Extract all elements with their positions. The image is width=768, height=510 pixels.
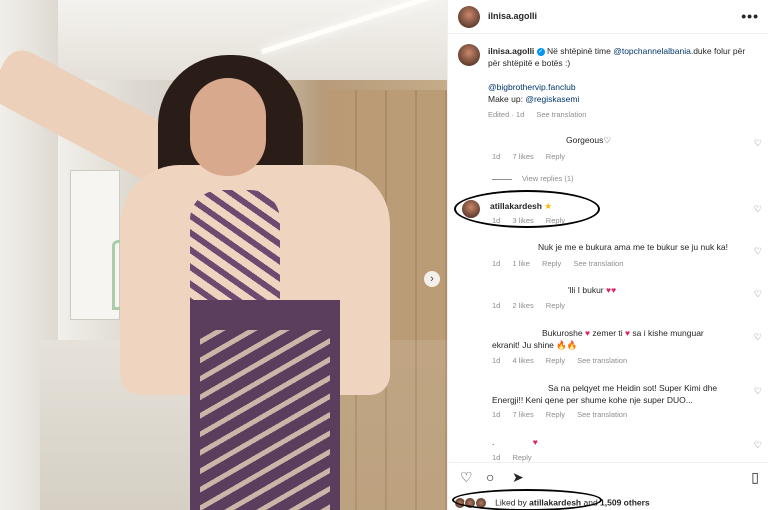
comment-text-line: . ♥ bbox=[492, 436, 538, 448]
heart-icon[interactable]: ♡ bbox=[754, 289, 762, 300]
share-icon[interactable]: ➤ bbox=[512, 469, 524, 486]
red-heart-icon: ♥♥ bbox=[606, 285, 617, 295]
comment-likes[interactable]: 7 likes bbox=[512, 410, 533, 419]
comment-text-line: Bukuroshe ♥ zemer ti ♥ sa i kishe mungua… bbox=[542, 327, 704, 339]
heart-icon[interactable]: ♡ bbox=[754, 386, 762, 397]
reply-button[interactable]: Reply bbox=[546, 301, 565, 310]
comment-likes[interactable]: 2 likes bbox=[512, 301, 533, 310]
caption-mention-fanclub[interactable]: @bigbrothervip.fanclub bbox=[488, 81, 576, 93]
heart-icon[interactable]: ♡ bbox=[754, 204, 762, 215]
comment-likes[interactable]: 4 likes bbox=[512, 356, 533, 365]
view-replies-button[interactable]: View replies (1) bbox=[492, 174, 584, 183]
see-translation-button[interactable]: See translation bbox=[577, 410, 627, 419]
caption-mention-topchannel[interactable]: @topchannelalbania bbox=[613, 46, 691, 56]
photo-face bbox=[190, 78, 266, 176]
heart-icon[interactable]: ♡ bbox=[754, 138, 762, 149]
comment-meta: 1d 1 like Reply See translation bbox=[492, 259, 633, 268]
highlight-oval bbox=[454, 190, 600, 228]
comment-text: Nuk je me e bukura ama me te bukur se ju… bbox=[538, 242, 728, 252]
reply-button[interactable]: Reply bbox=[546, 410, 565, 419]
comment-text: sa i kishe munguar bbox=[630, 328, 704, 338]
comment-time: 1d bbox=[492, 453, 501, 462]
heart-icon[interactable]: ♡ bbox=[754, 440, 762, 451]
caption-avatar[interactable] bbox=[458, 44, 480, 66]
avatar[interactable] bbox=[458, 6, 480, 28]
comment-time: 1d bbox=[492, 301, 501, 310]
comment-meta: 1d 7 likes Reply bbox=[492, 152, 575, 161]
comment-time: 1d bbox=[492, 152, 501, 161]
bookmark-icon[interactable]: ▯ bbox=[751, 469, 759, 486]
comment-text: zemer ti bbox=[590, 328, 625, 338]
divider bbox=[492, 178, 512, 180]
comment-text: Bukuroshe bbox=[542, 328, 585, 338]
post-header: ilnisa.agolli ••• bbox=[448, 0, 768, 34]
chevron-right-icon[interactable]: › bbox=[424, 271, 440, 287]
comment-text: Gorgeous♡ bbox=[566, 135, 611, 145]
reply-button[interactable]: Reply bbox=[512, 453, 531, 462]
comment-time: 1d bbox=[492, 410, 501, 419]
comment-meta: 1d 7 likes Reply See translation bbox=[492, 410, 637, 419]
verified-icon: ✓ bbox=[536, 47, 545, 56]
caption-makeup: Make up: @regiskasemi bbox=[488, 93, 579, 105]
reply-button[interactable]: Reply bbox=[546, 152, 565, 161]
highlight-oval bbox=[452, 489, 602, 510]
comment-meta: 1d Reply bbox=[492, 453, 542, 462]
liked-count[interactable]: 1,509 others bbox=[600, 497, 650, 507]
action-bar: ♡ ○ ➤ ▯ Liked by atillakardesh and 1,509… bbox=[448, 462, 768, 510]
reply-button[interactable]: Reply bbox=[546, 356, 565, 365]
makeup-label: Make up: bbox=[488, 94, 526, 104]
caption-username[interactable]: ilnisa.agolli bbox=[488, 46, 534, 56]
caption-see-translation[interactable]: See translation bbox=[536, 110, 586, 119]
reply-button[interactable]: Reply bbox=[542, 259, 561, 268]
heart-icon[interactable]: ♡ bbox=[460, 469, 473, 486]
photo-pants-pattern bbox=[200, 330, 330, 510]
comment-text: Energji!! Keni qene per shume kohe nje s… bbox=[492, 395, 693, 405]
comment-text: Sa na pelqyet me Heidin sot! Super Kimi … bbox=[548, 383, 718, 393]
caption-meta: Edited · 1d See translation bbox=[488, 110, 596, 119]
see-translation-button[interactable]: See translation bbox=[577, 356, 627, 365]
post-username[interactable]: ilnisa.agolli bbox=[488, 11, 537, 21]
caption-edited: Edited · 1d bbox=[488, 110, 525, 119]
comment-meta: 1d 4 likes Reply See translation bbox=[492, 356, 637, 365]
see-translation-button[interactable]: See translation bbox=[573, 259, 623, 268]
view-replies-label: View replies (1) bbox=[522, 174, 574, 183]
red-heart-icon: ♥ bbox=[532, 437, 538, 447]
comment-text: . bbox=[492, 437, 495, 447]
heart-icon[interactable]: ♡ bbox=[754, 332, 762, 343]
comment-time: 1d bbox=[492, 356, 501, 365]
post-sidebar: ilnisa.agolli ••• ilnisa.agolli ✓ Në sht… bbox=[447, 0, 768, 510]
caption-mention-makeup[interactable]: @regiskasemi bbox=[525, 94, 579, 104]
more-options-icon[interactable]: ••• bbox=[741, 8, 759, 24]
comment-likes[interactable]: 1 like bbox=[512, 259, 530, 268]
post-photo[interactable]: › bbox=[0, 0, 447, 510]
comment-text: ekranit! Ju shine 🔥🔥 bbox=[492, 340, 578, 350]
comment-icon[interactable]: ○ bbox=[486, 469, 494, 485]
comment-text-line: 'lli I bukur ♥♥ bbox=[568, 284, 616, 296]
comment-meta: 1d 2 likes Reply bbox=[492, 301, 575, 310]
caption-text: ilnisa.agolli ✓ Në shtëpinë time @topcha… bbox=[488, 45, 758, 69]
caption-text-1: Në shtëpinë time bbox=[547, 46, 614, 56]
comment-time: 1d bbox=[492, 259, 501, 268]
comment-text: 'lli I bukur bbox=[568, 285, 604, 295]
comment-likes[interactable]: 7 likes bbox=[512, 152, 533, 161]
heart-icon[interactable]: ♡ bbox=[754, 246, 762, 257]
